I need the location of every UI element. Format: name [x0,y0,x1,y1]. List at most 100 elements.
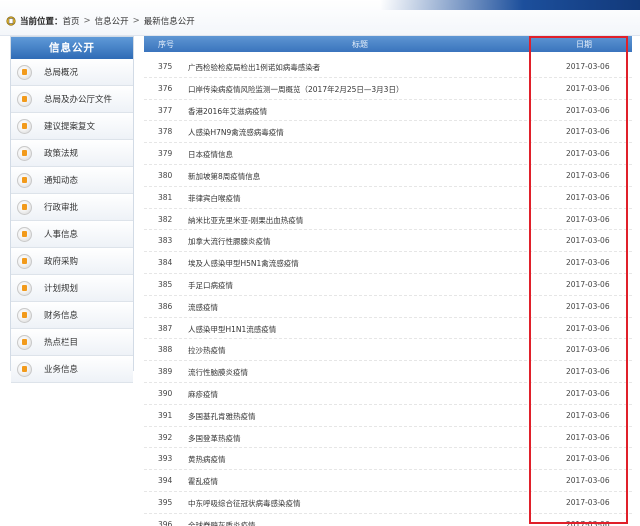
sidebar-item-label: 总局及办公厅文件 [44,95,113,105]
breadcrumb-current[interactable]: 最新信息公开 [144,15,195,27]
breadcrumb-info-public-link[interactable]: 信息公开 [95,15,129,27]
row-title-link[interactable]: 拉沙热疫情 [188,345,226,356]
sidebar-item[interactable]: 政府采购 [11,248,133,275]
row-number: 393 [158,454,173,464]
row-title-link[interactable]: 口岸传染病疫情风险监测一周概览（2017年2月25日—3月3日） [188,84,403,95]
bullet-icon [17,334,32,350]
breadcrumb-separator: > [83,16,91,26]
sidebar-item[interactable]: 热点栏目 [11,329,133,356]
table-row: 395 中东呼吸综合征冠状病毒感染疫情 2017-03-06 [144,492,632,514]
bullet-icon [17,361,32,377]
row-title-link[interactable]: 納米比亚克里米亚-刚果出血热疫情 [188,215,303,226]
row-date: 2017-03-06 [566,519,610,526]
table-row: 388 拉沙热疫情 2017-03-06 [144,339,632,362]
row-number: 378 [158,127,173,137]
breadcrumb-home-link[interactable]: 首页 [63,15,80,27]
bullet-icon [17,118,32,134]
row-title-link[interactable]: 日本疫情信息 [188,149,233,160]
sidebar-item[interactable]: 行政审批 [11,194,133,221]
row-title-link[interactable]: 多国基孔肯雅热疫情 [188,411,256,422]
row-date: 2017-03-06 [566,367,610,377]
table-row: 387 人感染甲型H1N1流感疫情 2017-03-06 [144,318,632,340]
table-row: 385 手足口病疫情 2017-03-06 [144,274,632,296]
table-row: 393 黄热病疫情 2017-03-06 [144,448,632,471]
table-row: 379 日本疫情信息 2017-03-06 [144,143,632,165]
row-number: 384 [158,258,173,268]
column-header-date: 日期 [576,40,592,49]
bullet-icon [17,199,32,215]
table-row: 381 菲律宾白喉疫情 2017-03-06 [144,187,632,209]
sidebar-item[interactable]: 总局概况 [11,59,133,86]
row-title-link[interactable]: 流行性脑膜炎疫情 [188,367,248,378]
sidebar-item[interactable]: 政策法规 [11,140,133,167]
row-title-link[interactable]: 人感染H7N9禽流感病毒疫情 [188,127,284,138]
sidebar-item[interactable]: 通知动态 [11,167,133,194]
row-number: 380 [158,170,173,180]
row-title-link[interactable]: 多国登革热疫情 [188,433,241,444]
row-date: 2017-03-06 [566,192,610,202]
row-date: 2017-03-06 [566,301,610,311]
row-title-link[interactable]: 中东呼吸综合征冠状病毒感染疫情 [188,498,301,509]
row-date: 2017-03-06 [566,345,610,355]
table-header: 序号 标题 日期 [144,36,632,52]
row-number: 394 [158,476,173,486]
row-number: 381 [158,192,173,202]
sidebar-title: 信息公开 [11,37,133,59]
sidebar-item[interactable]: 总局及办公厅文件 [11,86,133,113]
row-title-link[interactable]: 霍乱疫情 [188,476,218,487]
sidebar-item-label: 人事信息 [44,230,79,240]
row-number: 396 [158,519,173,526]
row-date: 2017-03-06 [566,236,610,246]
row-date: 2017-03-06 [566,170,610,180]
row-number: 395 [158,497,173,507]
row-date: 2017-03-06 [566,323,610,333]
row-title-link[interactable]: 全球脊髓灰质炎疫情 [188,520,256,526]
row-title-link[interactable]: 人感染甲型H1N1流感疫情 [188,324,276,335]
row-title-link[interactable]: 黄热病疫情 [188,454,226,465]
row-title-link[interactable]: 新加坡第8周疫情信息 [188,171,260,182]
sidebar-item-label: 业务信息 [44,365,79,375]
sidebar-item-label: 通知动态 [44,176,79,186]
sidebar-item[interactable]: 建议提案复文 [11,113,133,140]
sidebar-item[interactable]: 财务信息 [11,302,133,329]
row-date: 2017-03-06 [566,127,610,137]
row-number: 376 [158,83,173,93]
info-table: 序号 标题 日期 375 广西检验检疫局检出1例诺如病毒感染者 2017-03-06… [144,36,632,526]
row-number: 387 [158,323,173,333]
row-date: 2017-03-06 [566,149,610,159]
row-title-link[interactable]: 菲律宾白喉疫情 [188,193,241,204]
row-date: 2017-03-06 [566,497,610,507]
row-title-link[interactable]: 麻疹疫情 [188,389,218,400]
row-title-link[interactable]: 手足口病疫情 [188,280,233,291]
sidebar-item[interactable]: 业务信息 [11,356,133,383]
row-title-link[interactable]: 加拿大流行性腮腺炎疫情 [188,236,271,247]
table-row: 391 多国基孔肯雅热疫情 2017-03-06 [144,405,632,427]
sidebar-item[interactable]: 人事信息 [11,221,133,248]
row-number: 386 [158,301,173,311]
table-row: 392 多国登革热疫情 2017-03-06 [144,427,632,449]
row-title-link[interactable]: 香港2016年艾滋病疫情 [188,106,267,117]
table-row: 396 全球脊髓灰质炎疫情 2017-03-06 [144,514,632,526]
breadcrumb-prefix: 当前位置： [20,17,63,27]
row-date: 2017-03-06 [566,83,610,93]
table-row: 386 流感疫情 2017-03-06 [144,296,632,318]
sidebar-item-label: 政策法规 [44,149,79,159]
bullet-icon [17,307,32,323]
row-date: 2017-03-06 [566,214,610,224]
row-date: 2017-03-06 [566,279,610,289]
sidebar-item[interactable]: 计划规划 [11,275,133,302]
row-title-link[interactable]: 埃及人感染甲型H5N1禽流感疫情 [188,258,299,269]
table-row: 389 流行性脑膜炎疫情 2017-03-06 [144,361,632,383]
sidebar-item-label: 行政审批 [44,203,79,213]
row-number: 389 [158,367,173,377]
table-row: 376 口岸传染病疫情风险监测一周概览（2017年2月25日—3月3日） 2017-… [144,78,632,100]
sidebar-item-label: 建议提案复文 [44,122,96,132]
table-row: 384 埃及人感染甲型H5N1禽流感疫情 2017-03-06 [144,252,632,274]
row-number: 390 [158,388,173,398]
row-number: 383 [158,236,173,246]
row-number: 385 [158,279,173,289]
row-date: 2017-03-06 [566,258,610,268]
row-title-link[interactable]: 广西检验检疫局检出1例诺如病毒感染者 [188,62,320,73]
row-title-link[interactable]: 流感疫情 [188,302,218,313]
row-date: 2017-03-06 [566,388,610,398]
